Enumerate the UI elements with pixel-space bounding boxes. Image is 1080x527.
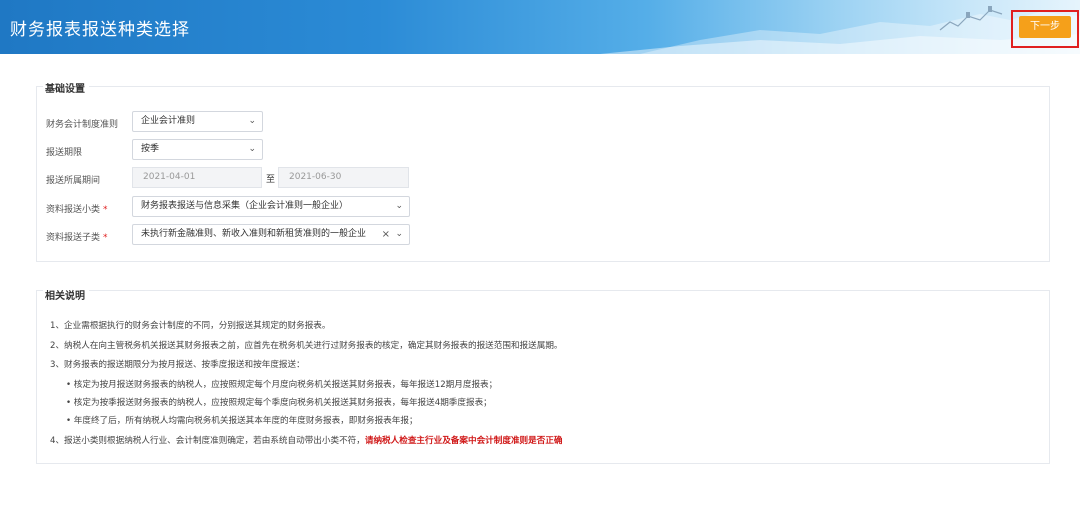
note-subitem-quarterly: • 核定为按季报送财务报表的纳税人，应按照规定每个季度向税务机关报送其财务报表，… [66, 398, 492, 408]
material-category-select[interactable]: 财务报表报送与信息采集（企业会计准则一般企业） ⌄ [132, 196, 410, 217]
related-notes-title: 相关说明 [43, 287, 89, 302]
period-end-input[interactable]: 2021-06-30 [278, 167, 409, 188]
note-subitem-annual: • 年度终了后，所有纳税人均需向税务机关报送其本年度的年度财务报表，即财务报表年… [66, 416, 418, 426]
chevron-down-icon: ⌄ [395, 229, 403, 239]
reporting-period-label-text: 报送期限 [46, 148, 83, 158]
page-title: 财务报表报送种类选择 [10, 20, 190, 40]
next-step-button[interactable]: 下一步 [1019, 16, 1071, 38]
material-category-value: 财务报表报送与信息采集（企业会计准则一般企业） [141, 201, 349, 211]
period-range-label: 报送所属期间 [46, 173, 100, 186]
reporting-period-select[interactable]: 按季 ⌄ [132, 139, 263, 160]
material-subcategory-label: 资料报送子类 * [46, 230, 108, 243]
reporting-period-label: 报送期限 [46, 145, 82, 158]
material-subcategory-value: 未执行新金融准则、新收入准则和新租赁准则的一般企业 [141, 229, 367, 239]
chevron-down-icon: ⌄ [248, 116, 256, 126]
note-item-4: 4、报送小类则根据纳税人行业、会计制度准则确定，若由系统自动带出小类不符，请纳税… [50, 434, 563, 446]
material-category-label-text: 资料报送小类 [46, 205, 101, 215]
clear-icon[interactable]: × [382, 225, 390, 244]
accounting-standard-select[interactable]: 企业会计准则 ⌄ [132, 111, 263, 132]
basic-settings-title: 基础设置 [43, 80, 89, 95]
required-mark: * [103, 205, 108, 215]
note-item-2: 2、纳税人在向主管税务机关报送其财务报表之前，应首先在税务机关进行过财务报表的核… [50, 341, 563, 351]
accounting-standard-value: 企业会计准则 [141, 116, 196, 126]
page-header: 财务报表报送种类选择 [0, 0, 1080, 54]
material-category-label: 资料报送小类 * [46, 202, 108, 215]
accounting-standard-label: 财务会计制度准则 [46, 117, 118, 130]
period-range-label-text: 报送所属期间 [46, 176, 101, 186]
note-item-3: 3、财务报表的报送期限分为按月报送、按季度报送和按年度报送： [50, 360, 305, 370]
required-mark: * [103, 233, 108, 243]
note-item-4-warning: 请纳税人检查主行业及备案中会计制度准则是否正确 [364, 436, 563, 446]
note-subitem-monthly: • 核定为按月报送财务报表的纳税人，应按照规定每个月度向税务机关报送其财务报表，… [66, 380, 498, 390]
accounting-standard-label-text: 财务会计制度准则 [46, 120, 119, 130]
chevron-down-icon: ⌄ [395, 201, 403, 211]
material-subcategory-label-text: 资料报送子类 [46, 233, 101, 243]
reporting-period-value: 按季 [141, 144, 160, 154]
chevron-down-icon: ⌄ [248, 144, 256, 154]
material-subcategory-select[interactable]: 未执行新金融准则、新收入准则和新租赁准则的一般企业 × ⌄ [132, 224, 410, 245]
note-item-4-text: 4、报送小类则根据纳税人行业、会计制度准则确定，若由系统自动带出小类不符， [50, 436, 365, 446]
period-start-input[interactable]: 2021-04-01 [132, 167, 262, 188]
note-item-1: 1、企业需根据执行的财务会计制度的不同，分别报送其规定的财务报表。 [50, 321, 331, 331]
period-separator: 至 [266, 175, 276, 185]
